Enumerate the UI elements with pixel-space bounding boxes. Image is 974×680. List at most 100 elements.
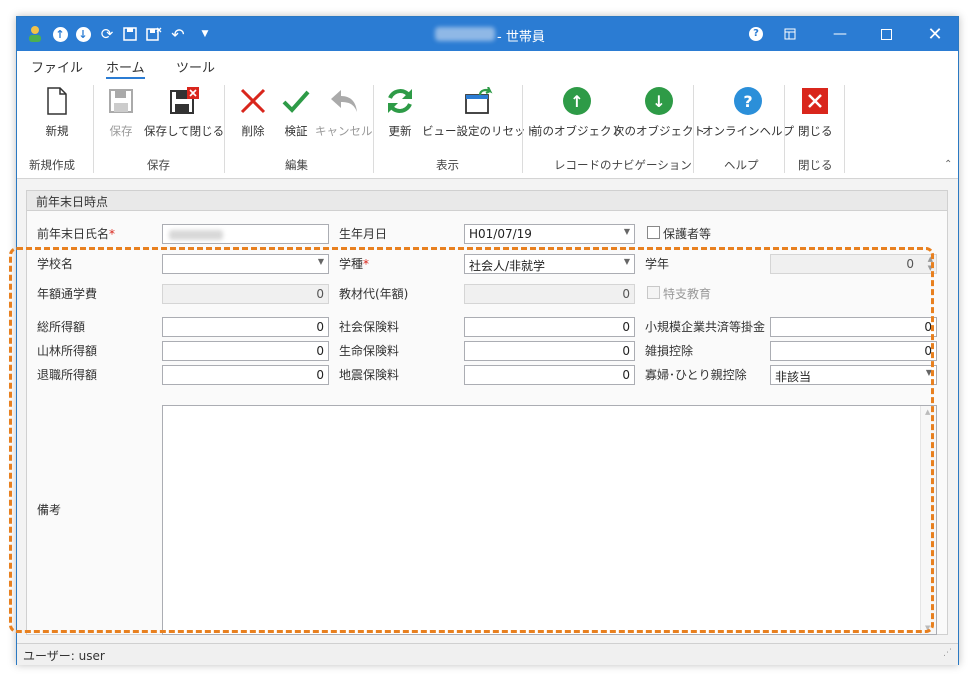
save-button[interactable]: 保存 [105,85,137,139]
ribbon-collapse-icon[interactable]: ⌃ [944,159,952,170]
quake-ins-input[interactable]: 0 [464,365,635,385]
validate-button[interactable]: 検証 [280,85,312,139]
quake-ins-label: 地震保険料 [339,368,400,382]
spin-arrows-icon: ▲ ▼ [927,255,933,272]
ribbon-divider [224,85,225,173]
close-button[interactable]: 閉じる [798,85,833,139]
tab-file[interactable]: ファイル [31,57,83,76]
birthdate-picker[interactable]: H01/07/19 ▼ [464,224,635,244]
next-object-button[interactable]: ↓ 次のオブジェクト [613,85,705,139]
ribbon-divider [522,85,523,173]
school-name-label: 学校名 [37,257,74,271]
special-ed-checkbox[interactable] [647,286,660,299]
birthdate-label: 生年月日 [339,227,388,241]
undo-arrow-icon [328,85,360,117]
delete-button[interactable]: 削除 [237,85,269,139]
undo-icon[interactable]: ↶ [168,24,188,44]
social-ins-label: 社会保険料 [339,320,400,334]
reset-view-button[interactable]: ビュー設定のリセット [422,85,537,139]
guardian-label: 保護者等 [663,227,712,241]
life-ins-label: 生命保険料 [339,344,400,358]
chevron-down-icon: ▼ [925,368,932,377]
casualty-input[interactable]: 0 [770,341,937,361]
help-circle-icon: ? [732,85,764,117]
checkmark-icon [280,85,312,117]
ribbon-divider [693,85,694,173]
forest-income-input[interactable]: 0 [162,341,329,361]
chevron-down-icon: ▼ [317,257,324,266]
school-type-label: 学種* [339,257,370,271]
ribbon: 新規 保存 保存して閉じる 削除 検証 キャンセル 更新 ビュー設定のリセット … [17,79,958,179]
widow-select[interactable]: 非該当 ▼ [770,365,937,385]
remarks-label: 備考 [37,503,62,517]
chevron-down-icon: ▼ [623,257,630,266]
small-biz-label: 小規模企業共済等掛金 [645,320,766,334]
floppy-icon [105,85,137,117]
group-label-new: 新規作成 [29,158,75,172]
minimize-icon[interactable]: — [817,17,863,51]
grade-label: 学年 [645,257,670,271]
title-blurred-name [435,27,495,41]
guardian-checkbox[interactable] [647,226,660,239]
new-document-icon [41,85,73,117]
resize-grip-icon[interactable]: ⋰ [943,648,952,658]
remarks-scrollbar[interactable]: ▲ ▼ [920,406,936,634]
tab-tools[interactable]: ツール [176,57,215,76]
title-bar: ↑ ↓ ⟳ ↶ ▼ - 世帯員 ? — ✕ [17,17,958,51]
small-biz-input[interactable]: 0 [770,317,937,337]
new-button[interactable]: 新規 [41,85,73,139]
blurred-name [169,230,223,240]
prev-name-input[interactable] [162,224,329,244]
window-title: - 世帯員 [497,30,545,45]
floppy-close-icon [168,85,200,117]
remarks-textarea[interactable]: ▲ ▼ [162,405,937,635]
arrow-down-icon[interactable]: ↓ [73,24,93,44]
school-type-select[interactable]: 社会人/非就学 ▼ [464,254,635,274]
tab-home[interactable]: ホーム [106,57,145,79]
arrow-down-circle-icon: ↓ [643,85,675,117]
annual-fee-input[interactable]: 0 [162,284,329,304]
close-icon[interactable]: ✕ [912,17,958,51]
section-title: 前年末日時点 [27,191,947,211]
save-close-button[interactable]: 保存して閉じる [144,85,224,139]
arrow-up-icon[interactable]: ↑ [50,24,70,44]
online-help-button[interactable]: ? オンラインヘルプ [702,85,794,139]
scroll-up-icon[interactable]: ▲ [925,408,930,416]
group-label-edit: 編集 [285,158,308,172]
arrow-up-circle-icon: ↑ [561,85,593,117]
save-icon[interactable] [120,24,140,44]
ribbon-divider [784,85,785,173]
total-income-label: 総所得額 [37,320,86,334]
ribbon-divider [373,85,374,173]
refresh-icon[interactable]: ⟳ [97,24,117,44]
form-area: 前年末日時点 前年末日氏名* 生年月日 H01/07/19 ▼ 保護者等 学校名 … [17,180,958,643]
total-income-input[interactable]: 0 [162,317,329,337]
section-group: 前年末日時点 前年末日氏名* 生年月日 H01/07/19 ▼ 保護者等 学校名 … [26,190,948,635]
social-ins-input[interactable]: 0 [464,317,635,337]
close-box-icon [799,85,831,117]
scroll-down-icon[interactable]: ▼ [925,624,930,632]
life-ins-input[interactable]: 0 [464,341,635,361]
widow-label: 寡婦･ひとり親控除 [645,368,747,382]
delete-x-icon [237,85,269,117]
grade-stepper[interactable]: 0 ▲ ▼ [770,254,937,274]
group-label-save: 保存 [147,158,170,172]
group-label-help: ヘルプ [724,158,759,172]
app-window: ↑ ↓ ⟳ ↶ ▼ - 世帯員 ? — ✕ ファイル ホーム ツール 新規 保存… [16,16,959,665]
school-name-select[interactable]: ▼ [162,254,329,274]
maximize-icon[interactable] [863,17,909,51]
restore-layout-icon[interactable] [767,17,813,51]
save-close-icon[interactable] [144,24,164,44]
chevron-down-icon[interactable]: ▼ [195,24,215,44]
refresh-icon [384,85,416,117]
special-ed-label: 特支教育 [663,287,712,301]
casualty-label: 雑損控除 [645,344,694,358]
cancel-button[interactable]: キャンセル [315,85,373,139]
ribbon-divider [844,85,845,173]
material-fee-input[interactable]: 0 [464,284,635,304]
refresh-button[interactable]: 更新 [384,85,416,139]
reset-layout-icon [464,85,496,117]
retire-income-input[interactable]: 0 [162,365,329,385]
prev-object-button[interactable]: ↑ 前のオブジェクト [531,85,623,139]
prev-name-label: 前年末日氏名* [37,227,116,241]
